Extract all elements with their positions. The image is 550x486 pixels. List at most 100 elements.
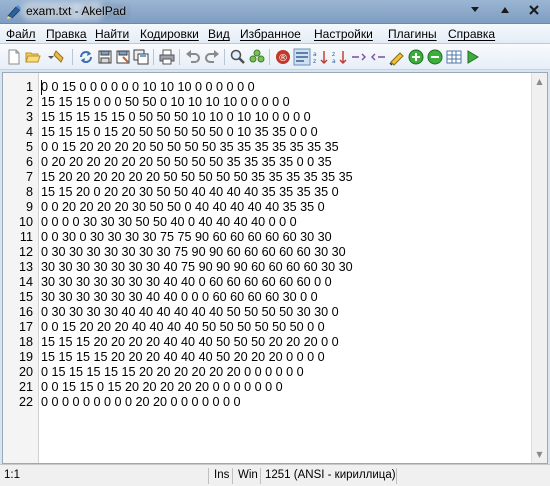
line-text[interactable]: 0 0 20 20 20 20 30 50 50 0 40 40 40 40 4…: [41, 200, 325, 215]
print-icon[interactable]: [158, 48, 176, 66]
new-file-icon[interactable]: [5, 48, 23, 66]
maximize-button[interactable]: [492, 1, 518, 19]
sort-asc-icon[interactable]: az: [312, 48, 330, 66]
line-text[interactable]: 0 20 20 20 20 20 20 50 50 50 50 35 35 35…: [41, 155, 332, 170]
title-bar[interactable]: exam.txt - AkelPad: [0, 0, 550, 24]
editor-lines[interactable]: 1 0 0 15 0 0 0 0 0 0 10 10 10 0 0 0 0 0 0…: [3, 80, 533, 410]
status-divider: [260, 468, 261, 484]
menu-edit[interactable]: Правка: [46, 27, 87, 41]
editor-line[interactable]: 16 0 30 30 30 30 40 40 40 40 40 40 50 50 …: [3, 305, 533, 320]
editor-line[interactable]: 6 0 20 20 20 20 20 20 50 50 50 50 35 35 3…: [3, 155, 533, 170]
editor-line[interactable]: 9 0 0 20 20 20 20 30 50 50 0 40 40 40 40 …: [3, 200, 533, 215]
editor-line[interactable]: 3 15 15 15 15 15 0 50 50 50 10 10 0 10 10…: [3, 110, 533, 125]
akelpad-app-icon[interactable]: [6, 4, 22, 20]
increase-indent-icon[interactable]: [350, 48, 368, 66]
line-text[interactable]: 30 30 30 30 30 30 30 40 40 0 60 60 60 60…: [41, 275, 332, 290]
svg-text:a: a: [313, 51, 317, 58]
status-divider: [232, 468, 233, 484]
editor-line[interactable]: 14 30 30 30 30 30 30 30 40 40 0 60 60 60 …: [3, 275, 533, 290]
line-text[interactable]: 0 0 15 20 20 20 20 50 50 50 50 35 35 35 …: [41, 140, 339, 155]
open-file-icon[interactable]: [24, 48, 42, 66]
menu-find[interactable]: Найти: [95, 27, 129, 41]
editor-line[interactable]: 19 15 15 15 15 20 20 20 40 40 40 50 20 20…: [3, 350, 533, 365]
menu-view[interactable]: Вид: [208, 27, 230, 41]
newline-format[interactable]: Win: [238, 469, 258, 481]
editor-line[interactable]: 22 0 0 0 0 0 0 0 0 0 20 20 0 0 0 0 0 0 0: [3, 395, 533, 410]
menu-encoding[interactable]: Кодировки: [140, 27, 199, 41]
vertical-scrollbar[interactable]: ▲ ▼: [531, 73, 547, 463]
table-icon[interactable]: [445, 48, 463, 66]
menu-file[interactable]: Файл: [6, 27, 36, 41]
line-text[interactable]: 0 0 30 0 30 30 30 30 75 75 90 60 60 60 6…: [41, 230, 332, 245]
run-icon[interactable]: [464, 48, 482, 66]
line-text[interactable]: 15 15 15 0 15 20 50 50 50 50 50 0 10 35 …: [41, 125, 318, 140]
open-recent-icon[interactable]: [52, 48, 70, 66]
line-text[interactable]: 15 15 15 15 20 20 20 40 40 40 50 20 20 2…: [41, 350, 325, 365]
editor-line[interactable]: 4 15 15 15 0 15 20 50 50 50 50 50 0 10 35…: [3, 125, 533, 140]
editor-line[interactable]: 21 0 0 15 15 0 15 20 20 20 20 20 0 0 0 0 …: [3, 380, 533, 395]
save-icon[interactable]: [96, 48, 114, 66]
replace-icon[interactable]: [248, 48, 266, 66]
line-text[interactable]: 15 15 20 0 20 20 30 50 50 40 40 40 40 35…: [41, 185, 339, 200]
menu-plugins[interactable]: Плагины: [388, 27, 437, 41]
line-text[interactable]: 0 0 15 15 0 15 20 20 20 20 20 0 0 0 0 0 …: [41, 380, 283, 395]
menu-settings[interactable]: Настройки: [314, 27, 373, 41]
svg-text:a: a: [332, 58, 336, 65]
editor-line[interactable]: 13 30 30 30 30 30 30 30 40 75 90 90 90 60…: [3, 260, 533, 275]
save-as-icon[interactable]: [114, 48, 132, 66]
window-menu-button[interactable]: [462, 1, 488, 19]
editor-line[interactable]: 1 0 0 15 0 0 0 0 0 0 10 10 10 0 0 0 0 0 0: [3, 80, 533, 95]
find-icon[interactable]: [229, 48, 247, 66]
akelpad-window: exam.txt - AkelPad Файл Правка Найти Код…: [0, 0, 550, 486]
codepage[interactable]: 1251 (ANSI - кириллица): [265, 469, 396, 481]
editor-line[interactable]: 7 15 20 20 20 20 20 20 50 50 50 50 50 35 …: [3, 170, 533, 185]
redo-icon[interactable]: [203, 48, 221, 66]
line-text[interactable]: 0 0 0 0 0 0 0 0 0 20 20 0 0 0 0 0 0 0: [41, 395, 241, 410]
line-text[interactable]: 30 30 30 30 30 30 30 40 75 90 90 90 60 6…: [41, 260, 353, 275]
status-bar: 1:1 Ins Win 1251 (ANSI - кириллица): [0, 464, 550, 486]
menu-help[interactable]: Справка: [448, 27, 495, 41]
editor-line[interactable]: 15 30 30 30 30 30 30 40 40 0 0 0 60 60 60…: [3, 290, 533, 305]
line-text[interactable]: 30 30 30 30 30 30 40 40 0 0 0 60 60 60 6…: [41, 290, 318, 305]
line-text[interactable]: 15 15 15 20 20 20 20 40 40 40 50 50 50 2…: [41, 335, 339, 350]
undo-icon[interactable]: [184, 48, 202, 66]
editor-line[interactable]: 17 0 0 15 20 20 20 40 40 40 40 50 50 50 5…: [3, 320, 533, 335]
chevron-up-icon: [501, 7, 509, 13]
save-all-icon[interactable]: [132, 48, 150, 66]
decrease-indent-icon[interactable]: [369, 48, 387, 66]
register-icon[interactable]: ®: [274, 48, 292, 66]
zoom-in-icon[interactable]: [407, 48, 425, 66]
line-text[interactable]: 0 15 15 15 15 15 20 20 20 20 20 20 0 0 0…: [41, 365, 304, 380]
line-number: 3: [25, 110, 33, 124]
line-text[interactable]: 0 30 30 30 30 40 40 40 40 40 40 50 50 50…: [41, 305, 339, 320]
scroll-up-icon[interactable]: ▲: [535, 77, 544, 86]
line-text[interactable]: 15 20 20 20 20 20 20 50 50 50 50 50 35 3…: [41, 170, 353, 185]
sort-desc-icon[interactable]: za: [331, 48, 349, 66]
zoom-out-icon[interactable]: [426, 48, 444, 66]
line-text[interactable]: 15 15 15 0 0 0 50 50 0 10 10 10 10 0 0 0…: [41, 95, 290, 110]
editor-line[interactable]: 11 0 0 30 0 30 30 30 30 75 75 90 60 60 60…: [3, 230, 533, 245]
text-editor[interactable]: 1 0 0 15 0 0 0 0 0 0 10 10 10 0 0 0 0 0 0…: [2, 72, 548, 464]
editor-line[interactable]: 5 0 0 15 20 20 20 20 50 50 50 50 35 35 35…: [3, 140, 533, 155]
line-text[interactable]: 0 0 15 20 20 20 40 40 40 40 50 50 50 50 …: [41, 320, 325, 335]
line-text[interactable]: 0 0 15 0 0 0 0 0 0 10 10 10 0 0 0 0 0 0: [41, 80, 255, 95]
highlight-icon[interactable]: [388, 48, 406, 66]
line-text[interactable]: 0 30 30 30 30 30 30 30 75 90 90 60 60 60…: [41, 245, 346, 260]
editor-line[interactable]: 8 15 15 20 0 20 20 30 50 50 40 40 40 40 3…: [3, 185, 533, 200]
menu-favorites[interactable]: Избранное: [240, 27, 301, 41]
editor-line[interactable]: 18 15 15 15 20 20 20 20 40 40 40 50 50 50…: [3, 335, 533, 350]
menu-bar: Файл Правка Найти Кодировки Вид Избранно…: [0, 24, 550, 44]
close-button[interactable]: [520, 1, 548, 19]
editor-line[interactable]: 10 0 0 0 0 30 30 30 50 50 40 0 40 40 40 4…: [3, 215, 533, 230]
editor-line[interactable]: 2 15 15 15 0 0 0 50 50 0 10 10 10 10 0 0 …: [3, 95, 533, 110]
line-text[interactable]: 0 0 0 0 30 30 30 50 50 40 0 40 40 40 40 …: [41, 215, 297, 230]
scroll-down-icon[interactable]: ▼: [535, 450, 544, 459]
insert-mode[interactable]: Ins: [214, 469, 229, 481]
toolbar: ® az za: [0, 44, 550, 70]
editor-line[interactable]: 20 0 15 15 15 15 15 20 20 20 20 20 20 0 0…: [3, 365, 533, 380]
svg-text:®: ®: [278, 53, 288, 64]
wordwrap-icon[interactable]: [293, 48, 311, 66]
reopen-icon[interactable]: [77, 48, 95, 66]
editor-line[interactable]: 12 0 30 30 30 30 30 30 30 75 90 90 60 60 …: [3, 245, 533, 260]
line-text[interactable]: 15 15 15 15 15 0 50 50 50 10 10 0 10 10 …: [41, 110, 311, 125]
